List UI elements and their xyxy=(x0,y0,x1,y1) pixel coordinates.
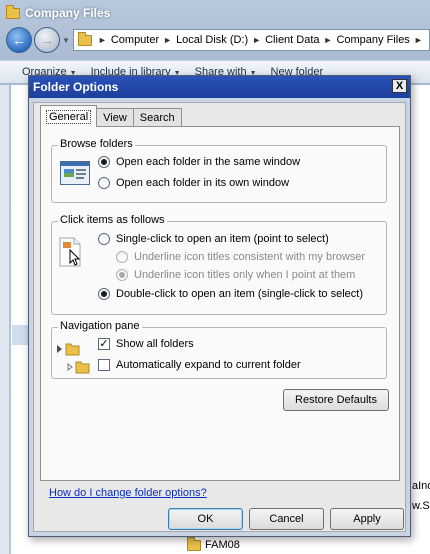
dialog-body: General View Search Browse folders Open … xyxy=(33,102,406,532)
ok-button[interactable]: OK xyxy=(168,508,243,530)
recent-pages-dropdown-icon[interactable]: ▼ xyxy=(62,36,70,45)
auto-expand-label[interactable]: Automatically expand to current folder xyxy=(116,359,301,371)
breadcrumb-local-disk[interactable]: Local Disk (D:) xyxy=(176,34,248,46)
breadcrumb-computer[interactable]: Computer xyxy=(111,34,159,46)
tab-strip: General View Search xyxy=(40,105,182,127)
folder-icon xyxy=(187,536,201,551)
dialog-titlebar[interactable]: Folder Options X xyxy=(29,76,410,98)
tab-general[interactable]: General xyxy=(40,105,98,127)
click-items-label: Click items as follows xyxy=(58,214,167,226)
close-button[interactable]: X xyxy=(392,79,407,93)
navigation-pane-selection xyxy=(12,325,28,345)
back-button[interactable]: ← xyxy=(6,27,32,53)
show-all-folders-checkbox[interactable]: ✓ xyxy=(98,338,110,350)
underline-point-label: Underline icon titles only when I point … xyxy=(134,269,356,281)
browse-folders-group: Browse folders Open each folder in the s… xyxy=(51,138,387,203)
browse-folders-window-icon xyxy=(60,161,90,185)
restore-defaults-button[interactable]: Restore Defaults xyxy=(283,389,389,411)
navigation-tree-icon xyxy=(57,343,90,374)
navigation-bar: ← → ▼ ► Computer ► Local Disk (D:) ► Cli… xyxy=(6,24,430,56)
open-same-window-option[interactable]: Open each folder in the same window xyxy=(98,156,300,168)
open-own-window-label[interactable]: Open each folder in its own window xyxy=(116,177,289,189)
tab-search[interactable]: Search xyxy=(132,108,182,127)
address-bar[interactable]: ► Computer ► Local Disk (D:) ► Client Da… xyxy=(72,29,430,51)
click-items-icon xyxy=(59,237,81,267)
breadcrumb-company-files[interactable]: Company Files xyxy=(336,34,409,46)
list-item-label: FAM08 xyxy=(205,539,240,551)
auto-expand-checkbox[interactable] xyxy=(98,359,110,371)
underline-consistent-radio xyxy=(116,251,128,263)
underline-consistent-label: Underline icon titles consistent with my… xyxy=(134,251,366,263)
dialog-title: Folder Options xyxy=(33,80,119,94)
open-own-window-radio[interactable] xyxy=(98,177,110,189)
help-link[interactable]: How do I change folder options? xyxy=(49,487,207,499)
browse-folders-label: Browse folders xyxy=(58,138,135,150)
breadcrumb-client-data[interactable]: Client Data xyxy=(265,34,319,46)
underline-consistent-option: Underline icon titles consistent with my… xyxy=(116,251,365,263)
auto-expand-option[interactable]: Automatically expand to current folder xyxy=(98,359,301,371)
chevron-right-icon[interactable]: ► xyxy=(98,35,107,45)
tab-view[interactable]: View xyxy=(96,108,134,127)
explorer-title: Company Files xyxy=(25,6,111,20)
navigation-pane[interactable] xyxy=(0,85,10,554)
chevron-right-icon[interactable]: ► xyxy=(252,35,261,45)
single-click-radio[interactable] xyxy=(98,233,110,245)
chevron-right-icon[interactable]: ► xyxy=(163,35,172,45)
single-click-option[interactable]: Single-click to open an item (point to s… xyxy=(98,233,329,245)
double-click-radio[interactable] xyxy=(98,288,110,300)
underline-point-option: Underline icon titles only when I point … xyxy=(116,269,355,281)
double-click-label[interactable]: Double-click to open an item (single-cli… xyxy=(116,288,363,300)
click-items-group: Click items as follows Single-click to o… xyxy=(51,214,387,315)
navigation-pane-label: Navigation pane xyxy=(58,320,142,332)
apply-button[interactable]: Apply xyxy=(330,508,404,530)
open-own-window-option[interactable]: Open each folder in its own window xyxy=(98,177,289,189)
file-name-partial[interactable]: w.S xyxy=(412,500,430,512)
double-click-option[interactable]: Double-click to open an item (single-cli… xyxy=(98,288,363,300)
folder-icon xyxy=(6,4,20,19)
folder-options-dialog: Folder Options X General View Search Bro… xyxy=(28,75,411,537)
show-all-folders-label[interactable]: Show all folders xyxy=(116,338,194,350)
forward-button[interactable]: → xyxy=(34,27,60,53)
single-click-label[interactable]: Single-click to open an item (point to s… xyxy=(116,233,329,245)
chevron-right-icon[interactable]: ► xyxy=(324,35,333,45)
open-same-window-radio[interactable] xyxy=(98,156,110,168)
cancel-button[interactable]: Cancel xyxy=(249,508,324,530)
show-all-folders-option[interactable]: ✓ Show all folders xyxy=(98,338,194,350)
open-same-window-label[interactable]: Open each folder in the same window xyxy=(116,156,300,168)
folder-icon xyxy=(77,31,92,46)
file-name-partial[interactable]: aInd xyxy=(412,480,430,492)
underline-point-radio xyxy=(116,269,128,281)
general-tab-panel: Browse folders Open each folder in the s… xyxy=(40,126,400,499)
chevron-right-icon[interactable]: ► xyxy=(414,35,423,45)
list-item[interactable]: FAM08 xyxy=(187,536,240,551)
navigation-pane-group: Navigation pane ✓ Show all folders Autom… xyxy=(51,320,387,379)
explorer-titlebar: Company Files xyxy=(6,4,110,22)
